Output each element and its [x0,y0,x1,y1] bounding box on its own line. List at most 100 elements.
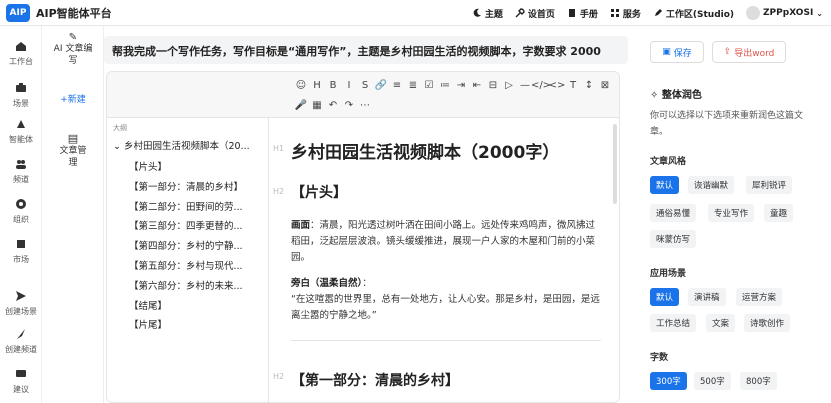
scrollbar[interactable] [613,124,617,204]
polish-title: ✧ 整体润色 [650,86,702,101]
styles-chip[interactable]: 默认 [650,176,680,194]
outline-item[interactable]: 【第六部分：乡村的未来... [129,278,267,292]
outline-item[interactable]: 【第四部分：乡村的宁静... [129,238,267,252]
sidebar-item-create-channel[interactable]: 创建频道 [0,328,42,355]
book-icon [568,9,575,17]
outline-item[interactable]: 【第一部分：清晨的乡村】 [129,179,267,193]
wrench-icon [515,8,525,18]
toolbar-row2-0-icon[interactable]: 🎤 [293,97,309,113]
toolbar-row1-12-icon[interactable]: ⊟ [485,77,501,93]
article-manage-entry[interactable]: ▤ 文章管理 [42,132,104,169]
paragraph-label: 画面 [291,220,311,231]
toolbar-row1-10-icon[interactable]: ⇥ [453,77,469,93]
toolbar-row1-19-icon[interactable]: ⊠ [597,77,613,93]
sidebar-item-label: 创建场景 [5,307,37,316]
toolbar-row1-13-icon[interactable]: ▷ [501,77,517,93]
sidebar-item-org[interactable]: 组织 [0,198,42,225]
words-chip[interactable]: 800字 [740,372,777,390]
scenes-chip[interactable]: 工作总结 [650,314,697,332]
toolbar-row1-18-icon[interactable]: ↕ [581,77,597,93]
toolbar-row1-4-icon[interactable]: S [357,77,373,93]
save-icon: ▣ [662,47,671,57]
sidebar-item-agent[interactable]: 智能体 [0,118,42,145]
toolbar-row1-7-icon[interactable]: ≣ [405,77,421,93]
toolbar-row1-15-icon[interactable]: </> [531,77,551,93]
toolbar-row1-1-icon[interactable]: H [309,77,325,93]
sidebar-item-market[interactable]: 市场 [0,238,42,265]
nav-set-home-label: 设首页 [527,9,555,20]
nav-service[interactable]: 服务 [610,7,641,20]
document-icon: ▤ [67,132,79,145]
outline-title: 大纲 [113,124,127,132]
nav-theme-label: 主题 [484,9,503,20]
outline-item[interactable]: 【片尾】 [129,317,267,331]
article-manage-label: 文章管理 [59,146,87,168]
scenes-chip[interactable]: 文案 [706,314,736,332]
styles-chip[interactable]: 通俗易懂 [650,204,697,222]
sidebar-item-channel[interactable]: 频道 [0,158,42,185]
app-title: AIP智能体平台 [36,6,112,20]
scenes-chip[interactable]: 演讲稿 [688,288,726,306]
styles-chip[interactable]: 童趣 [764,204,794,222]
toolbar-row1-16-icon[interactable]: <> [549,77,566,93]
toolbar-row2-1-icon[interactable]: ▦ [309,97,325,113]
toolbar-row2-3-icon[interactable]: ↷ [341,97,357,113]
scenes-chip[interactable]: 诗歌创作 [744,314,791,332]
org-icon [16,199,26,209]
toolbar-row1-3-icon[interactable]: I [341,77,357,93]
toolbar-row2-4-icon[interactable]: ⋯ [357,97,373,113]
scenes-chip[interactable]: 默认 [650,288,680,306]
scene-title: 应用场景 [650,269,687,279]
outline-item[interactable]: 【结尾】 [129,298,267,312]
words-chip[interactable]: 300字 [650,372,687,390]
outline-item[interactable]: 【第五部分：乡村与现代... [129,258,267,272]
sidebar-item-workbench[interactable]: 工作台 [0,40,42,67]
nav-set-home[interactable]: 设首页 [515,7,555,20]
app-logo[interactable]: AIP [6,3,30,22]
toolbar-row1-0-icon[interactable]: ☺ [293,77,309,93]
paragraph-text: “在这喧嚣的世界里，总有一处地方，让人心安。那是乡村，是田园，是远离尘嚣的宁静之… [291,294,600,321]
sidebar: 工作台 场景 智能体 频道 组织 市场 创建场景 创建频道 建议 [0,26,42,403]
ai-write-entry[interactable]: ✎ AI 文章编写 [42,32,104,67]
nav-theme[interactable]: 主题 [472,7,503,20]
styles-chip[interactable]: 犀利锐评 [746,176,793,194]
styles-chip[interactable]: 诙谐幽默 [688,176,735,194]
sidebar-item-feedback[interactable]: 建议 [0,368,42,395]
words-chip[interactable]: 500字 [694,372,731,390]
user-menu[interactable]: ZPPpXOSI ⌄ [746,6,823,20]
nav-manual[interactable]: 手册 [567,7,598,20]
save-button[interactable]: ▣ 保存 [650,41,704,63]
outline-root[interactable]: ⌄ 乡村田园生活视频脚本（20... [113,138,267,152]
styles-chip[interactable]: 专业写作 [708,204,755,222]
document-body[interactable]: H1 乡村田园生活视频脚本（2000字） H2 【片头】 画面：清晨，阳光透过树… [269,118,619,402]
sidebar-item-create-scene[interactable]: 创建场景 [0,290,42,317]
outline-item[interactable]: 【片头】 [129,159,267,173]
scenes-chip[interactable]: 运营方案 [736,288,783,306]
polish-title-text: 整体润色 [661,90,702,101]
export-word-button[interactable]: ⇪ 导出word [712,41,786,63]
nav-service-label: 服务 [622,9,641,20]
chevron-down-icon: ⌄ [816,8,823,18]
outline-item[interactable]: 【第二部分：田野间的劳... [129,199,267,213]
send-icon [16,291,26,301]
pen-icon [654,9,662,16]
sidebar-item-label: 频道 [13,175,29,184]
outline-item[interactable]: 【第三部分：四季更替的... [129,218,267,232]
save-label: 保存 [673,48,692,59]
sparkle-icon: ✧ [650,90,662,101]
toolbar-row2-2-icon[interactable]: ↶ [325,97,341,113]
toolbar-row1-8-icon[interactable]: ☑ [421,77,437,93]
styles-chip[interactable]: 咪蒙仿写 [650,230,697,248]
new-article-button[interactable]: +新建 [42,92,104,105]
toolbar-row1-2-icon[interactable]: B [325,77,341,93]
toolbar-row1-11-icon[interactable]: ⇤ [469,77,485,93]
toolbar-row1-5-icon[interactable]: 🔗 [373,77,389,93]
toolbar-row1-6-icon[interactable]: ≡ [389,77,405,93]
toolbar-row1-17-icon[interactable]: T [565,77,581,93]
sidebar-item-scene[interactable]: 场景 [0,82,42,109]
word-count-title: 字数 [650,353,669,363]
nav-studio[interactable]: 工作区(Studio) [653,7,734,20]
toolbar-row1-9-icon[interactable]: ≔ [437,77,453,93]
sidebar-item-label: 智能体 [9,135,33,144]
right-panel: ▣ 保存 ⇪ 导出word ✧ 整体润色 你可以选择以下选项来重新润色这篇文章。… [640,26,831,403]
